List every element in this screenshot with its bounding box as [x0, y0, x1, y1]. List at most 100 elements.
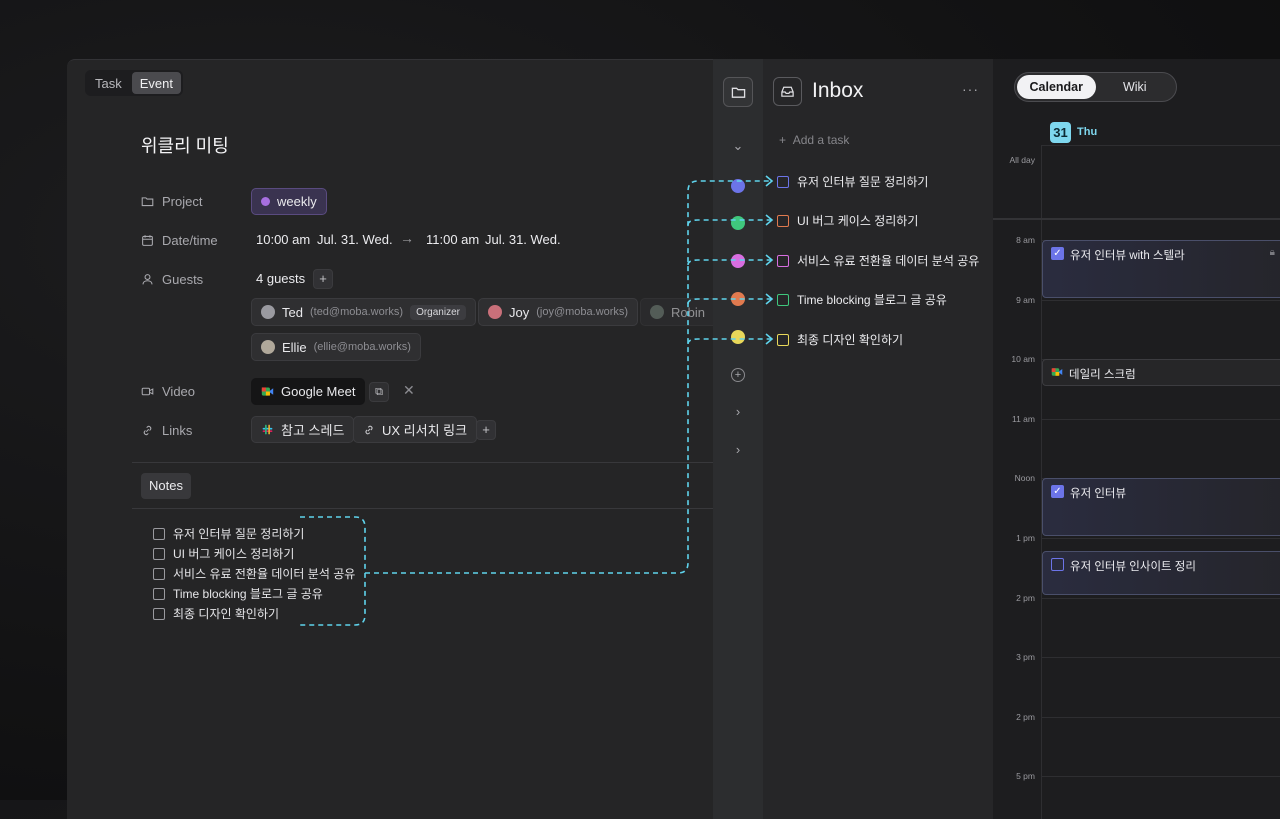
calendar-event[interactable]: ✓ 유저 인터뷰 with 스텔라 🔒︎ [1042, 240, 1280, 298]
folder-icon [141, 197, 154, 207]
project-color-dot [261, 197, 270, 206]
project-sidebar: ⌄ + › › [713, 59, 763, 819]
avatar [261, 305, 275, 319]
project-dot-2[interactable] [731, 216, 745, 230]
link-icon [365, 425, 373, 434]
checked-checkbox[interactable]: ✓ [1051, 485, 1064, 498]
link-chip-ux-research[interactable]: UX 리서치 링크 [353, 416, 478, 443]
add-guest-button[interactable]: + [313, 269, 333, 289]
project-dot-1[interactable] [731, 179, 745, 193]
start-date[interactable]: Jul. 31. Wed. [317, 232, 393, 247]
note-item[interactable]: UI 버그 케이스 정리하기 [153, 545, 294, 562]
hour-label: 2 pm [1016, 712, 1035, 722]
chevron-right-icon[interactable]: › [731, 405, 745, 419]
project-dot-5[interactable] [731, 330, 745, 344]
checkbox[interactable] [153, 607, 165, 620]
grid-line [1041, 598, 1280, 599]
avatar [488, 305, 502, 319]
datetime-label: Date/time [141, 233, 218, 248]
grid-line [1041, 300, 1280, 301]
tab-event[interactable]: Event [131, 72, 181, 94]
end-time[interactable]: 11:00 am [426, 232, 479, 247]
checkbox[interactable] [777, 293, 789, 306]
day-number-badge[interactable]: 31 [1050, 122, 1071, 143]
tab-task[interactable]: Task [87, 72, 130, 94]
calendar-event[interactable]: 데일리 스크럼 [1042, 359, 1280, 386]
link-icon [143, 425, 152, 436]
guests-label: Guests [141, 272, 203, 287]
hour-label: 8 am [1016, 235, 1035, 245]
hour-label: Noon [1014, 473, 1035, 483]
guest-chip-ellie[interactable]: Ellie (ellie@moba.works) [251, 333, 421, 361]
calendar-panel: Calendar Wiki 31 Thu All day 8 am 9 am 1… [993, 59, 1280, 819]
inbox-title: Inbox [812, 79, 864, 102]
checkbox[interactable] [777, 333, 789, 346]
notes-tab[interactable]: Notes [141, 473, 191, 499]
note-item[interactable]: 유저 인터뷰 질문 정리하기 [153, 525, 304, 542]
copy-icon[interactable]: ⧉ [369, 382, 389, 402]
project-dot-4[interactable] [731, 292, 745, 306]
avatar [261, 340, 275, 354]
close-icon[interactable]: ✕ [403, 382, 415, 399]
google-meet-icon [261, 387, 274, 396]
folder-icon [731, 87, 745, 98]
hour-label: 11 am [1012, 414, 1035, 424]
hour-label: 2 pm [1016, 593, 1035, 603]
add-link-button[interactable]: + [476, 420, 496, 440]
project-dot-3[interactable] [731, 254, 745, 268]
day-name: Thu [1077, 126, 1098, 138]
note-item[interactable]: 최종 디자인 확인하기 [153, 605, 279, 622]
links-label: Links [141, 423, 192, 438]
guest-chip-joy[interactable]: Joy (joy@moba.works) [478, 298, 639, 326]
calendar-event[interactable]: 유저 인터뷰 인사이트 정리 [1042, 551, 1280, 595]
note-item[interactable]: 서비스 유료 전환율 데이터 분석 공유 [153, 565, 355, 582]
hour-label: 5 pm [1016, 771, 1035, 781]
start-time[interactable]: 10:00 am [256, 232, 310, 247]
checkbox[interactable] [777, 214, 789, 227]
google-meet-icon [1051, 368, 1063, 376]
checkbox[interactable] [777, 254, 789, 267]
person-icon [142, 274, 153, 285]
hour-label: 3 pm [1016, 652, 1035, 662]
organizer-badge: Organizer [410, 304, 466, 320]
google-meet-chip[interactable]: Google Meet [251, 378, 366, 405]
divider [132, 462, 727, 463]
inbox-item[interactable]: UI 버그 케이스 정리하기 [777, 212, 918, 229]
link-chip-thread[interactable]: 참고 스레드 [251, 416, 355, 443]
checkbox[interactable] [1051, 558, 1064, 571]
chevron-right-icon[interactable]: › [731, 443, 745, 457]
arrow-right-icon: → [400, 230, 414, 246]
grid-line [1041, 538, 1280, 539]
inbox-item[interactable]: Time blocking 블로그 글 공유 [777, 291, 947, 308]
guest-chip-ted[interactable]: Ted (ted@moba.works) Organizer [251, 298, 476, 326]
checked-checkbox[interactable]: ✓ [1051, 247, 1064, 260]
chevron-down-icon[interactable]: ⌄ [731, 139, 745, 153]
calendar-event[interactable]: ✓ 유저 인터뷰 [1042, 478, 1280, 536]
checkbox[interactable] [777, 175, 789, 188]
more-options-icon[interactable]: ··· [962, 81, 979, 97]
add-task-button[interactable]: + Add a task [779, 133, 849, 147]
end-date[interactable]: Jul. 31. Wed. [485, 232, 561, 247]
project-label: Project [141, 194, 202, 209]
avatar [650, 305, 664, 319]
note-item[interactable]: Time blocking 블로그 글 공유 [153, 585, 323, 602]
event-title[interactable]: 위클리 미팅 [141, 132, 229, 158]
grid-line [1041, 145, 1280, 146]
checkbox[interactable] [153, 567, 165, 580]
checkbox[interactable] [153, 547, 165, 560]
inbox-panel: Inbox ··· + Add a task 유저 인터뷰 질문 정리하기 UI… [763, 59, 993, 819]
checkbox[interactable] [153, 527, 165, 540]
folder-button[interactable] [723, 77, 753, 107]
grid-line [1041, 717, 1280, 718]
calendar-icon [142, 235, 153, 246]
hour-label: 1 pm [1016, 533, 1035, 543]
add-project-icon[interactable]: + [731, 368, 745, 382]
project-chip[interactable]: weekly [251, 188, 327, 215]
inbox-item[interactable]: 최종 디자인 확인하기 [777, 331, 903, 348]
tab-wiki[interactable]: Wiki [1096, 75, 1175, 99]
checkbox[interactable] [153, 587, 165, 600]
hour-label: 9 am [1016, 295, 1035, 305]
tab-calendar[interactable]: Calendar [1017, 75, 1096, 99]
inbox-item[interactable]: 유저 인터뷰 질문 정리하기 [777, 173, 928, 190]
inbox-item[interactable]: 서비스 유료 전환율 데이터 분석 공유 [777, 252, 979, 269]
